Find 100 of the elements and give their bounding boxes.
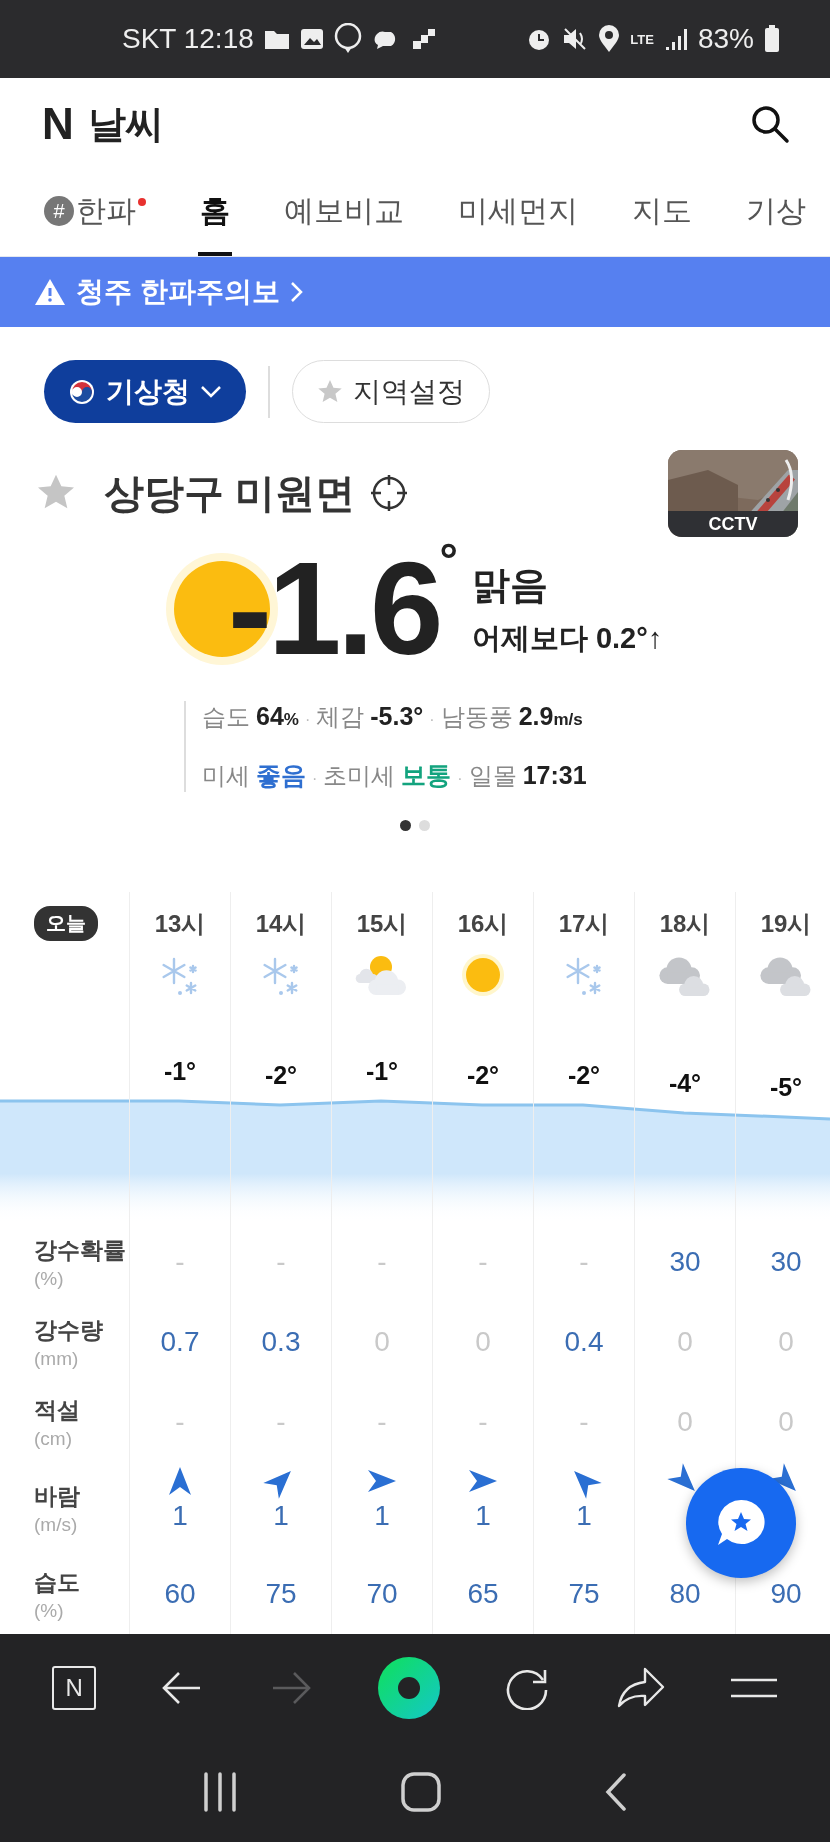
folder-icon xyxy=(263,28,290,50)
detail-label: 체감 xyxy=(316,702,365,732)
row-label: 강수량 xyxy=(34,1315,104,1345)
search-icon[interactable] xyxy=(750,104,790,144)
detail-value: 2.9m/s xyxy=(518,702,583,731)
hour-label: 13시 xyxy=(154,909,206,939)
row-unit: (m/s) xyxy=(34,1513,79,1536)
row-label: 적설 xyxy=(34,1395,81,1425)
hour-temperature: -5° xyxy=(769,1073,803,1102)
hour-label: 15시 xyxy=(356,909,408,939)
forecast-value: 30 xyxy=(770,1246,802,1278)
separator-dot: · xyxy=(312,770,318,788)
wind-speed: 1 xyxy=(576,1500,592,1532)
hour-temperature: -2° xyxy=(264,1061,298,1090)
forecast-value: 90 xyxy=(770,1578,802,1610)
menu-button[interactable] xyxy=(729,1676,778,1700)
detail-value: 17:31 xyxy=(522,761,587,790)
detail-label: 습도 xyxy=(202,702,250,732)
hour-label: 18시 xyxy=(659,909,711,939)
hour-label: 16시 xyxy=(457,909,509,939)
forecast-value: - xyxy=(377,1246,387,1278)
tab[interactable]: # 한파 xyxy=(42,170,148,256)
share-button[interactable] xyxy=(615,1666,666,1710)
row-unit: (cm) xyxy=(34,1427,73,1450)
source-dropdown[interactable]: 기상청 xyxy=(44,360,246,423)
image-icon xyxy=(299,28,324,50)
forecast-value: 60 xyxy=(164,1578,196,1610)
detail-label: 미세 xyxy=(202,761,250,791)
locate-icon[interactable] xyxy=(371,475,408,511)
battery-percent: 83% xyxy=(697,23,754,55)
cctv-button[interactable]: CCTV xyxy=(668,449,798,537)
row-label: 습도 xyxy=(34,1567,81,1597)
row-unit: (%) xyxy=(34,1599,65,1622)
separator-dot: · xyxy=(304,711,311,729)
warning-banner[interactable]: 청주 한파주의보 xyxy=(0,257,830,327)
page-dot[interactable] xyxy=(400,820,411,831)
weather-condition: 맑음 xyxy=(471,562,549,608)
detail-value: 보통 xyxy=(401,760,452,791)
tab[interactable]: 기상 xyxy=(744,170,808,256)
logo[interactable]: N xyxy=(42,99,74,149)
forecast-value: 80 xyxy=(669,1578,701,1610)
hour-label: 19시 xyxy=(760,909,812,939)
naver-button[interactable]: N xyxy=(52,1666,97,1710)
forecast-value: 0.7 xyxy=(160,1326,200,1358)
hour-temperature: -4° xyxy=(668,1069,702,1098)
forecast-value: 65 xyxy=(467,1578,499,1610)
chat-button[interactable] xyxy=(686,1468,796,1578)
forecast-value: - xyxy=(276,1406,286,1438)
forecast-value: - xyxy=(276,1246,286,1278)
hour-temperature: -2° xyxy=(567,1061,601,1090)
forecast-value: - xyxy=(377,1406,387,1438)
forecast-value: 30 xyxy=(669,1246,701,1278)
chat-star-icon xyxy=(715,1498,767,1548)
carrier-time: SKT 12:18 xyxy=(122,23,254,55)
sun-icon xyxy=(461,953,505,997)
detail-value: -5.3° xyxy=(370,702,424,731)
recent-apps-button[interactable] xyxy=(201,1772,238,1812)
region-settings-button[interactable]: 지역설정 xyxy=(292,360,490,423)
steps-icon xyxy=(411,29,436,49)
forecast-value: - xyxy=(175,1406,185,1438)
chevron-icon xyxy=(289,281,304,303)
home-button[interactable] xyxy=(401,1772,441,1812)
forecast-value: 70 xyxy=(366,1578,398,1610)
forecast-value: - xyxy=(478,1246,488,1278)
detail-label: 남동풍 xyxy=(440,702,513,732)
signal-icon xyxy=(663,27,688,51)
row-unit: (mm) xyxy=(34,1347,80,1370)
row-label: 강수확률 xyxy=(34,1235,127,1265)
forecast-value: - xyxy=(175,1246,185,1278)
wind-speed: 1 xyxy=(172,1500,188,1532)
tab[interactable]: 미세먼지 xyxy=(456,170,580,256)
warning-text: 청주 한파주의보 xyxy=(76,275,280,309)
tab[interactable]: 예보비교 xyxy=(282,170,406,256)
battery-icon xyxy=(764,25,780,53)
pin-icon xyxy=(333,23,362,55)
page-title: 날씨 xyxy=(87,101,165,147)
detail-label: 일몰 xyxy=(468,761,517,791)
ring-button[interactable] xyxy=(377,1656,441,1720)
hour-label: 17시 xyxy=(558,909,610,939)
tab[interactable]: 지도 xyxy=(630,170,694,256)
wind-speed: 1 xyxy=(273,1500,289,1532)
hour-temperature: -1° xyxy=(365,1057,399,1086)
forecast-value: 75 xyxy=(568,1578,600,1610)
back-nav-button[interactable] xyxy=(604,1772,629,1812)
row-label: 바람 xyxy=(34,1481,81,1511)
network-type: LTE xyxy=(630,32,654,46)
wind-speed: 1 xyxy=(374,1500,390,1532)
forecast-value: 0.4 xyxy=(564,1326,604,1358)
separator-dot: · xyxy=(457,770,463,788)
forecast-value: 0.3 xyxy=(261,1326,301,1358)
hour-label: 14시 xyxy=(255,909,307,939)
detail-value: 좋음 xyxy=(256,760,306,791)
hour-temperature: -2° xyxy=(466,1061,500,1090)
forecast-value: 75 xyxy=(265,1578,297,1610)
forecast-value: - xyxy=(579,1406,589,1438)
forecast-value: - xyxy=(579,1246,589,1278)
warning-icon xyxy=(34,278,66,306)
hour-temperature: -1° xyxy=(163,1057,197,1086)
row-unit: (%) xyxy=(34,1267,65,1290)
page-dot[interactable] xyxy=(419,820,430,831)
